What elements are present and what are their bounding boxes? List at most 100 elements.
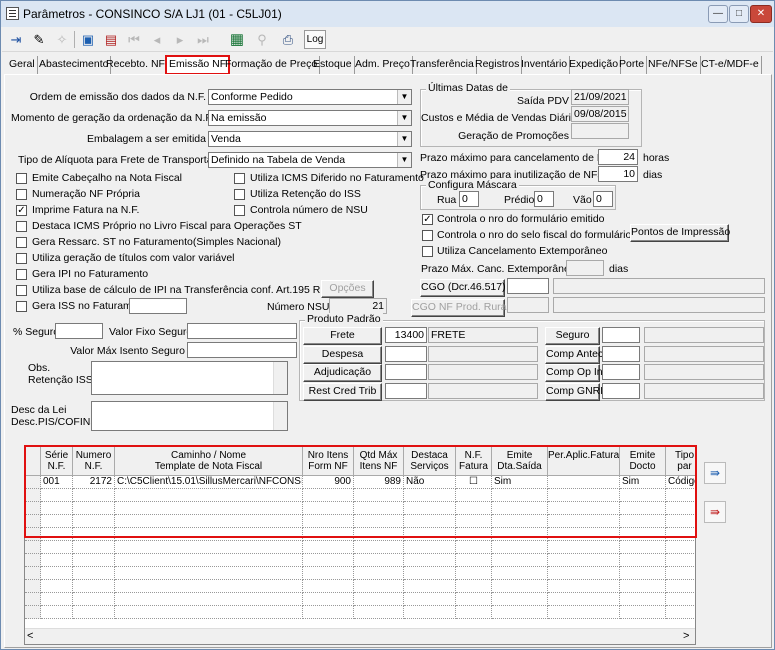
- checkbox[interactable]: [16, 301, 27, 312]
- add-row-icon[interactable]: ⇛: [704, 462, 726, 484]
- vao-input[interactable]: 0: [593, 191, 613, 207]
- row-indicator[interactable]: [25, 567, 41, 580]
- grid-cell[interactable]: [492, 580, 548, 593]
- grid-cell[interactable]: [666, 541, 695, 554]
- grid-cell[interactable]: [404, 554, 456, 567]
- comp-op-int-button[interactable]: Comp Op Int: [545, 364, 606, 382]
- checkbox[interactable]: [16, 173, 27, 184]
- scrollbar[interactable]: [273, 402, 287, 430]
- log-button[interactable]: Log: [304, 30, 326, 49]
- frete-button[interactable]: Frete: [303, 327, 382, 345]
- grid-cell[interactable]: [666, 606, 695, 619]
- tab-recebto-nf[interactable]: Recebto. NF: [104, 56, 168, 74]
- horizontal-scrollbar[interactable]: < >: [25, 628, 695, 644]
- find-icon[interactable]: ⚲: [252, 30, 272, 49]
- tab-abastecimento[interactable]: Abastecimento: [37, 56, 112, 74]
- grid-cell[interactable]: [548, 567, 620, 580]
- grid-cell[interactable]: [456, 567, 492, 580]
- obs-retencao-memo[interactable]: [91, 361, 288, 395]
- row-indicator[interactable]: [25, 541, 41, 554]
- comp-antec-code-input[interactable]: [602, 346, 640, 362]
- checkbox[interactable]: [234, 173, 245, 184]
- grid-cell[interactable]: [492, 554, 548, 567]
- despesa-code-input[interactable]: [385, 346, 427, 362]
- checkbox[interactable]: [16, 189, 27, 200]
- rest-cred-code-input[interactable]: [385, 383, 427, 399]
- ordem-select[interactable]: Conforme Pedido ▼: [208, 89, 412, 105]
- grid-cell[interactable]: [456, 554, 492, 567]
- comp-op-int-code-input[interactable]: [602, 364, 640, 380]
- checkbox[interactable]: [16, 269, 27, 280]
- rua-input[interactable]: 0: [459, 191, 479, 207]
- next-record-icon[interactable]: ▸: [170, 30, 190, 49]
- first-record-icon[interactable]: ⏮: [124, 30, 144, 49]
- prazo-inut-input[interactable]: 10: [598, 166, 638, 182]
- opcoes-button[interactable]: Opções: [321, 280, 374, 298]
- chevron-down-icon[interactable]: ▼: [397, 90, 411, 104]
- row-indicator[interactable]: [25, 580, 41, 593]
- edit-icon[interactable]: ✎: [29, 30, 49, 49]
- grid-cell[interactable]: [303, 567, 354, 580]
- adjudicacao-button[interactable]: Adjudicação: [303, 364, 382, 382]
- grid-cell[interactable]: [41, 606, 73, 619]
- row-indicator[interactable]: [25, 593, 41, 606]
- grid-cell[interactable]: [548, 541, 620, 554]
- seguro-pct-input[interactable]: [55, 323, 103, 339]
- iss-input[interactable]: [129, 298, 187, 314]
- seguro-code-input[interactable]: [602, 327, 640, 343]
- grid-cell[interactable]: [73, 580, 115, 593]
- grid-cell[interactable]: [41, 580, 73, 593]
- grid-cell[interactable]: [620, 554, 666, 567]
- adjudicacao-code-input[interactable]: [385, 364, 427, 380]
- grid-cell[interactable]: [404, 580, 456, 593]
- valor-max-input[interactable]: [187, 342, 297, 358]
- scrollbar[interactable]: [273, 362, 287, 394]
- checkbox[interactable]: ✓: [16, 205, 27, 216]
- tab-expedicao[interactable]: Expedição: [567, 56, 622, 74]
- grid-cell[interactable]: [404, 606, 456, 619]
- delete-icon[interactable]: ▤: [101, 30, 121, 49]
- grid-cell[interactable]: [354, 567, 404, 580]
- comp-gnre-code-input[interactable]: [602, 383, 640, 399]
- grid-cell[interactable]: [666, 593, 695, 606]
- embalagem-select[interactable]: Venda ▼: [208, 131, 412, 147]
- grid-cell[interactable]: [456, 593, 492, 606]
- cgo-button[interactable]: CGO (Dcr.46.517): [420, 279, 506, 297]
- grid-cell[interactable]: [620, 567, 666, 580]
- grid-cell[interactable]: [41, 541, 73, 554]
- predio-input[interactable]: 0: [534, 191, 554, 207]
- cgo-rural-button[interactable]: CGO NF Prod. Rural: [411, 299, 509, 317]
- grid-cell[interactable]: [115, 541, 303, 554]
- grid-cell[interactable]: [115, 580, 303, 593]
- last-record-icon[interactable]: ⏭: [193, 30, 213, 49]
- row-indicator[interactable]: [25, 554, 41, 567]
- prazo-cancel-input[interactable]: 24: [598, 149, 638, 165]
- grid-cell[interactable]: [548, 554, 620, 567]
- grid-cell[interactable]: [492, 593, 548, 606]
- tab-inventario[interactable]: Inventário: [519, 56, 571, 74]
- tab-adm-preco[interactable]: Adm. Preço: [353, 56, 413, 74]
- grid-cell[interactable]: [620, 580, 666, 593]
- grid-cell[interactable]: [404, 567, 456, 580]
- pontos-impressao-button[interactable]: Pontos de Impressão: [630, 224, 730, 242]
- tab-transferencia[interactable]: Transferência: [408, 56, 477, 74]
- grid-cell[interactable]: [41, 554, 73, 567]
- grid-cell[interactable]: [73, 554, 115, 567]
- chevron-down-icon[interactable]: ▼: [397, 132, 411, 146]
- grid-cell[interactable]: [41, 567, 73, 580]
- frete-code-input[interactable]: 13400: [385, 327, 427, 343]
- desc-lei-memo[interactable]: [91, 401, 288, 431]
- checkbox[interactable]: ✓: [422, 214, 433, 225]
- grid-cell[interactable]: [404, 541, 456, 554]
- checkbox[interactable]: [16, 285, 27, 296]
- grid-cell[interactable]: [456, 541, 492, 554]
- grid-cell[interactable]: [73, 593, 115, 606]
- tab-geral[interactable]: Geral: [7, 56, 38, 74]
- row-indicator[interactable]: [25, 606, 41, 619]
- grid-cell[interactable]: [73, 606, 115, 619]
- checkbox[interactable]: [422, 230, 433, 241]
- comp-antec-button[interactable]: Comp Antec: [545, 346, 603, 364]
- grid-cell[interactable]: [666, 580, 695, 593]
- spreadsheet-icon[interactable]: ▦: [227, 30, 247, 49]
- checkbox[interactable]: [16, 253, 27, 264]
